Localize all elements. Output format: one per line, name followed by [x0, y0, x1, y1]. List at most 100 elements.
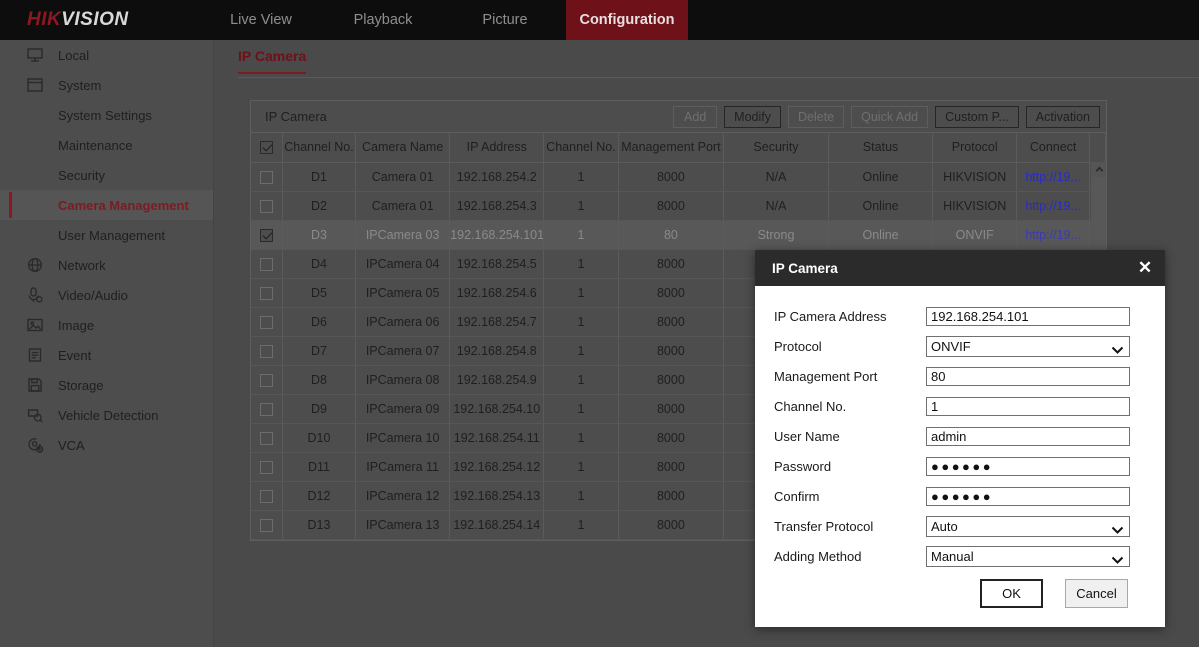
toolbar-button-activation[interactable]: Activation	[1026, 106, 1100, 128]
input-management-port[interactable]: 80	[926, 367, 1130, 386]
row-select-cell[interactable]	[251, 278, 282, 307]
top-navigation-bar: HIKVISION Live ViewPlaybackPictureConfig…	[0, 0, 1199, 40]
tab-ip-camera[interactable]: IP Camera	[238, 48, 306, 74]
sidebar-item-label: User Management	[0, 228, 165, 243]
input-channel-no[interactable]: 1	[926, 397, 1130, 416]
table-row[interactable]: D3IPCamera 03192.168.254.101180StrongOnl…	[251, 220, 1106, 249]
row-select-cell[interactable]	[251, 336, 282, 365]
input-ip-camera-address[interactable]: 192.168.254.101	[926, 307, 1130, 326]
nav-tab-playback[interactable]: Playback	[322, 0, 444, 40]
select-all-header[interactable]	[251, 133, 282, 162]
scrollbar-spacer	[1090, 133, 1106, 162]
close-icon[interactable]: ✕	[1125, 250, 1165, 286]
table-cell: 1	[544, 510, 618, 539]
row-select-cell[interactable]	[251, 191, 282, 220]
sidebar-item-maintenance[interactable]: Maintenance	[0, 130, 213, 160]
input-user-name[interactable]: admin	[926, 427, 1130, 446]
select-transfer-protocol[interactable]: Auto	[926, 516, 1130, 537]
table-cell: N/A	[724, 191, 829, 220]
table-cell: Online	[828, 220, 933, 249]
toolbar-button-custom-p-[interactable]: Custom P...	[935, 106, 1019, 128]
row-checkbox[interactable]	[260, 316, 273, 329]
nav-tab-picture[interactable]: Picture	[444, 0, 566, 40]
connect-link[interactable]: http://19...	[1017, 220, 1090, 249]
nav-tab-live-view[interactable]: Live View	[200, 0, 322, 40]
row-checkbox[interactable]	[260, 374, 273, 387]
column-header: Camera Name	[356, 133, 450, 162]
row-select-cell[interactable]	[251, 423, 282, 452]
sidebar-item-video-audio[interactable]: Video/Audio	[0, 280, 213, 310]
sidebar: Local SystemSystem SettingsMaintenanceSec…	[0, 40, 214, 647]
table-cell: 192.168.254.101	[450, 220, 544, 249]
table-cell: 192.168.254.11	[450, 423, 544, 452]
row-checkbox[interactable]	[260, 403, 273, 416]
sidebar-item-label: Vehicle Detection	[0, 408, 158, 423]
sidebar-item-storage[interactable]: Storage	[0, 370, 213, 400]
connect-link[interactable]: http://19...	[1017, 191, 1090, 220]
row-checkbox[interactable]	[260, 432, 273, 445]
field-label: Channel No.	[774, 399, 926, 414]
row-checkbox[interactable]	[260, 490, 273, 503]
table-cell: D11	[282, 452, 355, 481]
sidebar-item-label: Local	[0, 48, 89, 63]
table-cell: 1	[544, 452, 618, 481]
row-checkbox[interactable]	[260, 258, 273, 271]
input-password[interactable]: ●●●●●●	[926, 457, 1130, 476]
ok-button[interactable]: OK	[980, 579, 1043, 608]
table-row[interactable]: D1Camera 01192.168.254.218000N/AOnlineHI…	[251, 162, 1106, 191]
nav-tab-configuration[interactable]: Configuration	[566, 0, 688, 40]
row-select-cell[interactable]	[251, 394, 282, 423]
row-select-cell[interactable]	[251, 481, 282, 510]
chevron-down-icon	[1111, 342, 1124, 351]
row-select-cell[interactable]	[251, 307, 282, 336]
row-checkbox[interactable]	[260, 345, 273, 358]
sidebar-item-security[interactable]: Security	[0, 160, 213, 190]
sidebar-item-vca[interactable]: VCA	[0, 430, 213, 460]
field-value: ●●●●●●	[931, 458, 993, 475]
table-cell: IPCamera 13	[356, 510, 450, 539]
table-cell: 1	[544, 394, 618, 423]
row-select-cell[interactable]	[251, 220, 282, 249]
sidebar-item-user-management[interactable]: User Management	[0, 220, 213, 250]
connect-link[interactable]: http://19...	[1017, 162, 1090, 191]
dialog-footer: OK Cancel	[755, 559, 1165, 627]
sidebar-item-vehicle-detection[interactable]: Vehicle Detection	[0, 400, 213, 430]
scroll-up-arrow-icon[interactable]	[1092, 162, 1106, 177]
table-cell: 8000	[618, 307, 724, 336]
sidebar-item-image[interactable]: Image	[0, 310, 213, 340]
row-checkbox[interactable]	[260, 461, 273, 474]
row-checkbox[interactable]	[260, 229, 273, 242]
table-cell: D1	[282, 162, 355, 191]
table-cell: D12	[282, 481, 355, 510]
field-label: Transfer Protocol	[774, 519, 926, 534]
row-select-cell[interactable]	[251, 452, 282, 481]
sidebar-item-event[interactable]: Event	[0, 340, 213, 370]
row-select-cell[interactable]	[251, 162, 282, 191]
toolbar-button-modify[interactable]: Modify	[724, 106, 781, 128]
select-all-checkbox[interactable]	[260, 141, 273, 154]
sidebar-item-system-settings[interactable]: System Settings	[0, 100, 213, 130]
row-checkbox[interactable]	[260, 287, 273, 300]
input-confirm[interactable]: ●●●●●●	[926, 487, 1130, 506]
select-protocol[interactable]: ONVIF	[926, 336, 1130, 357]
table-cell: N/A	[724, 162, 829, 191]
field-row-confirm: Confirm●●●●●●	[774, 481, 1130, 511]
row-checkbox[interactable]	[260, 171, 273, 184]
table-cell: 8000	[618, 278, 724, 307]
table-cell: 8000	[618, 191, 724, 220]
sidebar-item-local[interactable]: Local	[0, 40, 213, 70]
row-select-cell[interactable]	[251, 249, 282, 278]
table-cell: 192.168.254.7	[450, 307, 544, 336]
table-row[interactable]: D2Camera 01192.168.254.318000N/AOnlineHI…	[251, 191, 1106, 220]
sidebar-item-network[interactable]: Network	[0, 250, 213, 280]
table-cell: 192.168.254.8	[450, 336, 544, 365]
row-checkbox[interactable]	[260, 200, 273, 213]
sidebar-item-camera-management[interactable]: Camera Management	[0, 190, 213, 220]
row-select-cell[interactable]	[251, 510, 282, 539]
sidebar-item-system[interactable]: System	[0, 70, 213, 100]
sidebar-item-label: Network	[0, 258, 106, 273]
row-checkbox[interactable]	[260, 519, 273, 532]
cancel-button[interactable]: Cancel	[1065, 579, 1128, 608]
row-select-cell[interactable]	[251, 365, 282, 394]
sidebar-item-label: Image	[0, 318, 94, 333]
